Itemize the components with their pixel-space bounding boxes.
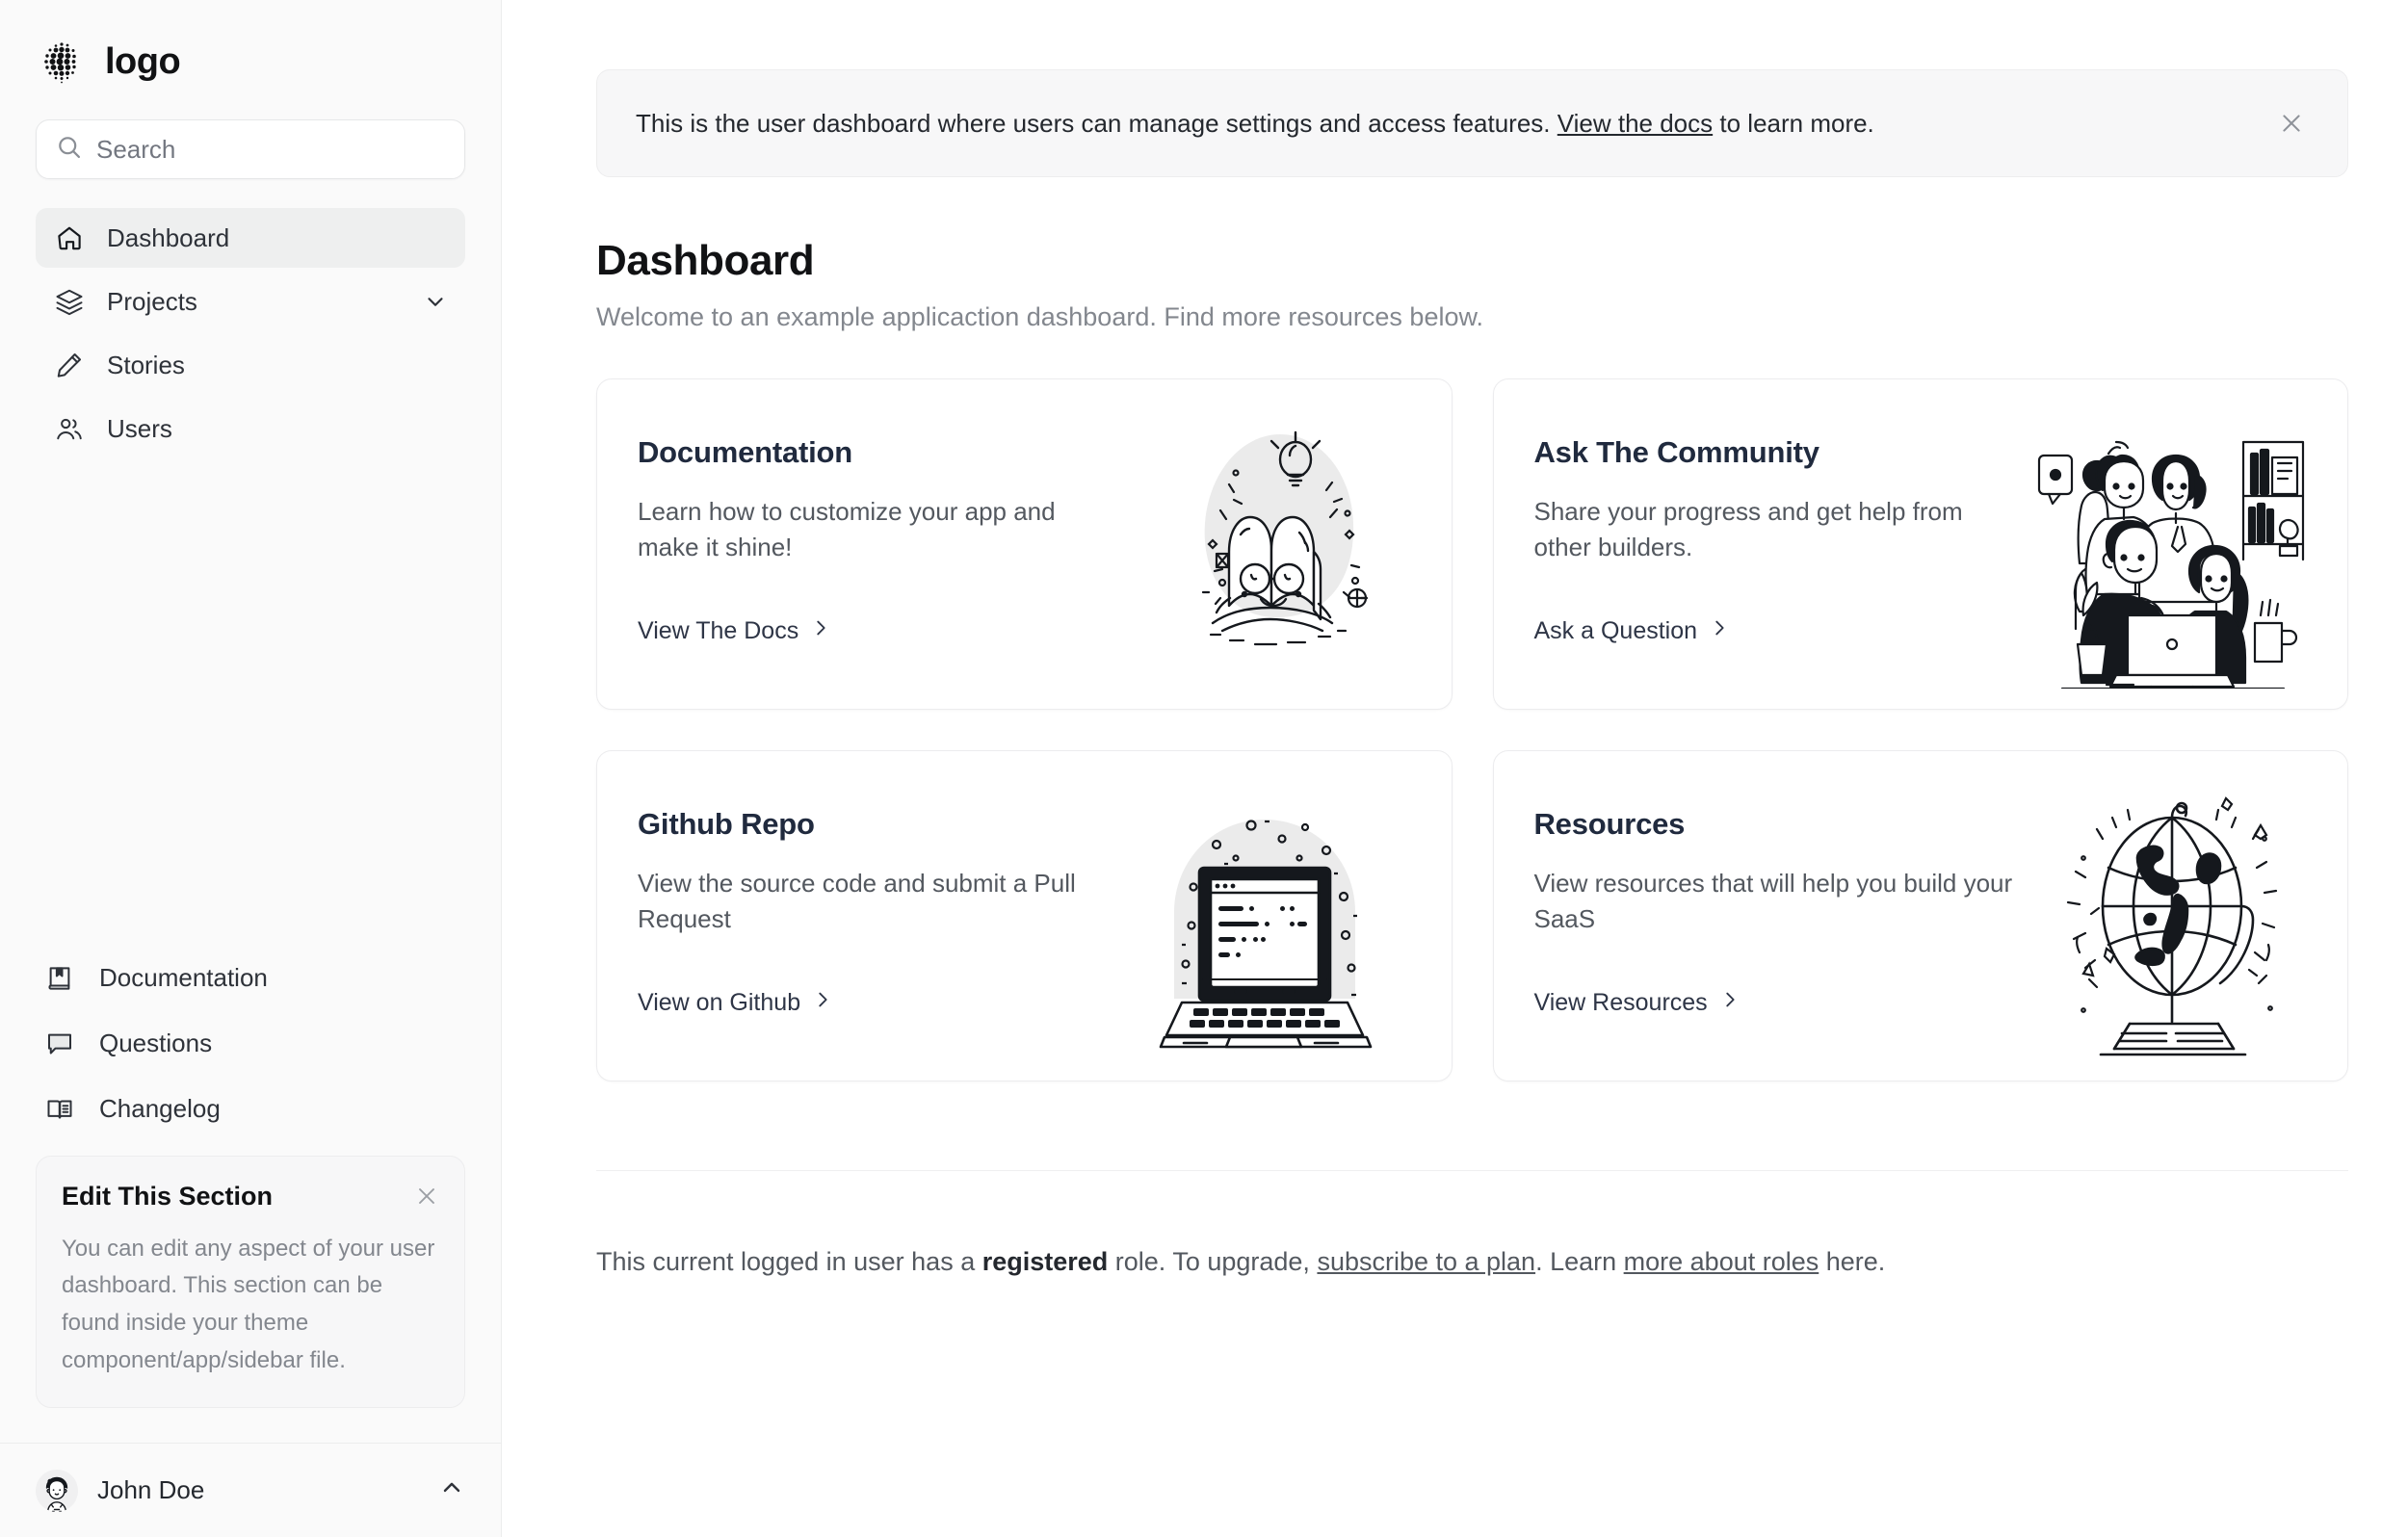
close-icon[interactable] — [2274, 106, 2309, 141]
card-title: Documentation — [638, 435, 853, 469]
sidebar-item-changelog[interactable]: Changelog — [36, 1081, 465, 1138]
book-bookmark-icon — [43, 964, 76, 993]
main-inner: This is the user dashboard where users c… — [596, 69, 2348, 1281]
card-link-label: Ask a Question — [1533, 617, 1698, 644]
view-the-docs-link[interactable]: View the docs — [1557, 109, 1713, 138]
footnote-part3: . Learn — [1535, 1247, 1624, 1276]
card-description: Share your progress and get help from ot… — [1533, 497, 1963, 562]
card-body: Resources View resources that will help … — [1494, 751, 2027, 1081]
pencil-icon — [53, 351, 86, 379]
page-subtitle: Welcome to an example applicaction dashb… — [596, 302, 1483, 331]
card-link-label: View The Docs — [638, 617, 799, 644]
users-icon — [53, 414, 86, 443]
sidebar-item-label: Projects — [107, 286, 197, 316]
main-content: This is the user dashboard where users c… — [502, 0, 2408, 1537]
card-link-label: View Resources — [1533, 989, 1708, 1016]
card-description: View the source code and submit a Pull R… — [638, 869, 1076, 934]
card-link-label: View on Github — [638, 989, 801, 1016]
chevron-right-icon — [1719, 989, 1741, 1017]
primary-navigation: Dashboard Projects Stories Users — [36, 208, 465, 458]
layers-icon — [53, 287, 86, 316]
card-title: Resources — [1533, 807, 1686, 841]
sidebar-item-label: Users — [107, 413, 172, 443]
view-the-docs-link[interactable]: View The Docs — [638, 617, 831, 645]
ask-a-question-link[interactable]: Ask a Question — [1534, 617, 1731, 645]
chevron-right-icon — [1709, 617, 1730, 645]
sidebar-item-documentation[interactable]: Documentation — [36, 950, 465, 1007]
sidebar-item-label: Questions — [99, 1029, 213, 1057]
brand-name: logo — [105, 40, 181, 82]
card-documentation[interactable]: Documentation Learn how to customize you… — [596, 378, 1453, 710]
sidebar-item-dashboard[interactable]: Dashboard — [36, 208, 465, 268]
sidebar-item-stories[interactable]: Stories — [36, 335, 465, 395]
current-role: registered — [982, 1247, 1109, 1276]
home-icon — [53, 223, 86, 252]
subscribe-to-a-plan-link[interactable]: subscribe to a plan — [1317, 1247, 1535, 1276]
open-book-illustration — [1130, 379, 1452, 709]
info-banner: This is the user dashboard where users c… — [596, 69, 2348, 177]
sidebar-item-label: Dashboard — [107, 222, 230, 252]
chevron-right-icon — [810, 617, 831, 645]
more-about-roles-link[interactable]: more about roles — [1624, 1247, 1819, 1276]
chevron-right-icon — [812, 989, 833, 1017]
chevron-down-icon[interactable] — [423, 289, 448, 314]
page-title: Dashboard — [596, 237, 815, 284]
edit-this-section-card: Edit This Section You can edit any aspec… — [36, 1155, 465, 1408]
sidebar-item-projects[interactable]: Projects — [36, 272, 465, 331]
sidebar-item-questions[interactable]: Questions — [36, 1015, 465, 1073]
view-resources-link[interactable]: View Resources — [1534, 989, 1741, 1017]
laptop-code-illustration — [1111, 751, 1452, 1081]
banner-text: This is the user dashboard where users c… — [636, 106, 2247, 141]
search-box[interactable] — [36, 119, 465, 179]
dotted-sphere-logo-icon — [38, 38, 86, 86]
footnote-part4: here. — [1819, 1247, 1886, 1276]
app-root: logo Search Dashboard Projects Stories U… — [0, 0, 2408, 1537]
sidebar-item-label: Changelog — [99, 1094, 221, 1123]
page-header: Dashboard Welcome to an example applicac… — [596, 237, 2348, 332]
resource-card-grid: Documentation Learn how to customize you… — [596, 378, 2348, 1081]
sidebar: logo Search Dashboard Projects Stories U… — [0, 0, 502, 1537]
card-description: Learn how to customize your app and make… — [638, 497, 1056, 562]
sidebar-item-label: Documentation — [99, 963, 268, 992]
globe-illustration — [2026, 751, 2347, 1081]
user-profile-footer[interactable]: John Doe — [0, 1443, 501, 1537]
card-title: Ask The Community — [1533, 435, 1820, 469]
sidebar-item-users[interactable]: Users — [36, 399, 465, 458]
card-title: Github Repo — [638, 807, 815, 841]
footnote-part2: role. To upgrade, — [1108, 1247, 1318, 1276]
card-github-repo[interactable]: Github Repo View the source code and sub… — [596, 750, 1453, 1081]
section-divider — [596, 1170, 2348, 1171]
brand[interactable]: logo — [36, 0, 465, 89]
search-container — [36, 119, 465, 179]
sidebar-item-label: Stories — [107, 350, 185, 379]
user-name: John Doe — [97, 1475, 205, 1504]
search-input[interactable] — [96, 134, 445, 165]
banner-text-after: to learn more. — [1713, 108, 1874, 138]
sidebar-scroll-area: logo Search Dashboard Projects Stories U… — [0, 0, 501, 1443]
banner-text-before: This is the user dashboard where users c… — [636, 108, 1557, 138]
card-ask-the-community[interactable]: Ask The Community Share your progress an… — [1492, 378, 2348, 710]
user-avatar — [36, 1469, 78, 1512]
edit-card-title: Edit This Section — [62, 1181, 274, 1211]
secondary-navigation: Documentation Questions Changelog — [36, 950, 465, 1156]
close-icon[interactable] — [410, 1180, 443, 1212]
chat-bubble-icon — [43, 1029, 76, 1058]
footnote-part1: This current logged in user has a — [596, 1247, 982, 1276]
search-icon — [56, 134, 83, 166]
card-body: Ask The Community Share your progress an… — [1494, 379, 2017, 709]
community-people-illustration — [2016, 379, 2347, 709]
role-footnote: This current logged in user has a regist… — [596, 1244, 2348, 1281]
card-body: Documentation Learn how to customize you… — [597, 379, 1130, 709]
card-body: Github Repo View the source code and sub… — [597, 751, 1111, 1081]
edit-card-body: You can edit any aspect of your user das… — [62, 1235, 435, 1374]
open-book-icon — [43, 1095, 76, 1124]
card-resources[interactable]: Resources View resources that will help … — [1492, 750, 2348, 1081]
chevron-up-icon[interactable] — [438, 1474, 465, 1506]
view-on-github-link[interactable]: View on Github — [638, 989, 833, 1017]
card-description: View resources that will help you build … — [1533, 869, 2013, 934]
